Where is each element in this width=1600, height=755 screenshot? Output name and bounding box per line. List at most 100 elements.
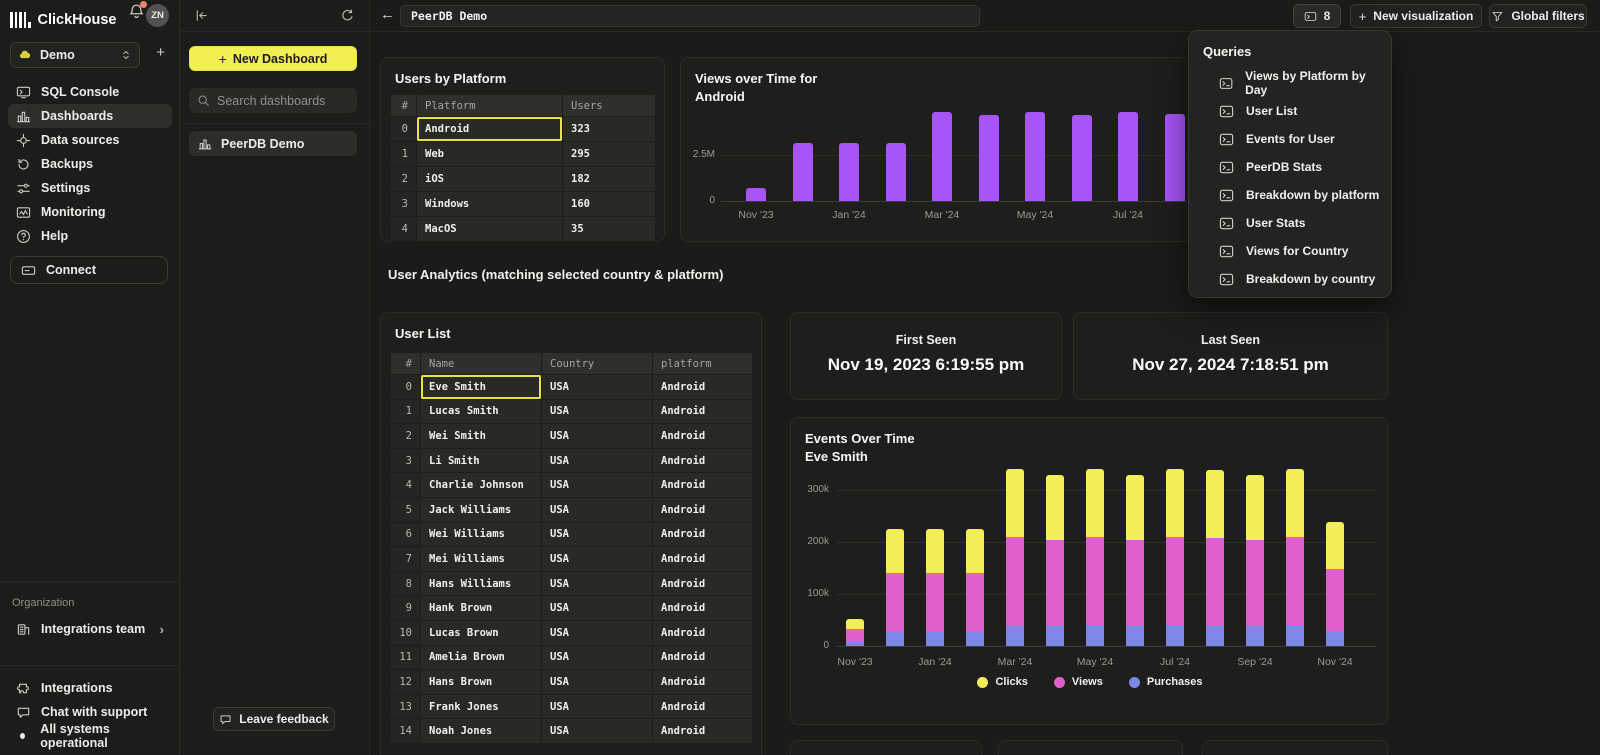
row-index-cell[interactable]: 5 xyxy=(391,498,421,523)
table-row[interactable]: 6Wei WilliamsUSAAndroid xyxy=(391,523,753,548)
dashboard-list-item[interactable]: PeerDB Demo xyxy=(189,131,357,156)
stacked-bar-segment-clicks[interactable] xyxy=(926,529,944,573)
stacked-bar-segment-clicks[interactable] xyxy=(1086,469,1104,537)
query-menu-item[interactable]: User List xyxy=(1203,97,1383,125)
dashboard-search[interactable] xyxy=(189,88,357,113)
table-cell[interactable]: Lucas Brown xyxy=(421,621,542,646)
bar[interactable] xyxy=(1118,112,1138,201)
stacked-bar-segment-views[interactable] xyxy=(966,573,984,632)
row-index-cell[interactable]: 7 xyxy=(391,547,421,572)
sidebar-item-help[interactable]: Help xyxy=(8,224,172,248)
table-cell[interactable]: USA xyxy=(542,572,653,597)
table-cell[interactable]: Android xyxy=(653,424,753,449)
bar[interactable] xyxy=(746,188,766,201)
row-index-cell[interactable]: 13 xyxy=(391,695,421,720)
sidebar-item-data-sources[interactable]: Data sources xyxy=(8,128,172,152)
stacked-bar-segment-clicks[interactable] xyxy=(1286,469,1304,537)
table-cell[interactable]: Android xyxy=(653,400,753,425)
global-filters-button[interactable]: Global filters xyxy=(1489,4,1587,28)
stacked-bar-segment-purchases[interactable] xyxy=(886,632,904,646)
stacked-bar-segment-views[interactable] xyxy=(1126,540,1144,626)
table-cell[interactable]: Lucas Smith xyxy=(421,400,542,425)
table-row[interactable]: 5Jack WilliamsUSAAndroid xyxy=(391,498,753,523)
table-row[interactable]: 2iOS182 xyxy=(391,167,656,192)
table-cell[interactable]: USA xyxy=(542,523,653,548)
row-index-cell[interactable]: 4 xyxy=(391,217,417,242)
stacked-bar-segment-purchases[interactable] xyxy=(1246,626,1264,646)
sidebar-item-all-systems-operational[interactable]: All systems operational xyxy=(8,724,172,748)
row-index-cell[interactable]: 9 xyxy=(391,596,421,621)
row-index-cell[interactable]: 3 xyxy=(391,449,421,474)
sidebar-item-monitoring[interactable]: Monitoring xyxy=(8,200,172,224)
bar[interactable] xyxy=(1165,114,1185,201)
connect-button[interactable]: Connect xyxy=(10,256,168,284)
row-index-cell[interactable]: 10 xyxy=(391,621,421,646)
query-menu-item[interactable]: User Stats xyxy=(1203,209,1383,237)
table-row[interactable]: 0Eve SmithUSAAndroid xyxy=(391,375,753,400)
table-cell[interactable]: Noah Jones xyxy=(421,719,542,744)
legend-item-clicks[interactable]: Clicks xyxy=(977,676,1027,688)
table-cell[interactable]: USA xyxy=(542,621,653,646)
bar[interactable] xyxy=(793,143,813,201)
query-menu-item[interactable]: Views by Platform by Day xyxy=(1203,69,1383,97)
table-cell[interactable]: Android xyxy=(653,670,753,695)
collapse-panel-icon[interactable] xyxy=(194,8,209,23)
row-index-cell[interactable]: 1 xyxy=(391,142,417,167)
table-cell[interactable]: Hank Brown xyxy=(421,596,542,621)
table-cell[interactable]: USA xyxy=(542,400,653,425)
stacked-bar-segment-clicks[interactable] xyxy=(1326,522,1344,569)
table-row[interactable]: 3Li SmithUSAAndroid xyxy=(391,449,753,474)
stacked-bar-segment-purchases[interactable] xyxy=(1286,625,1304,646)
stacked-bar-segment-purchases[interactable] xyxy=(1046,626,1064,646)
table-cell[interactable]: USA xyxy=(542,695,653,720)
row-index-cell[interactable]: 1 xyxy=(391,400,421,425)
refresh-icon[interactable] xyxy=(340,8,355,23)
stacked-bar-segment-views[interactable] xyxy=(1206,538,1224,626)
table-cell[interactable]: USA xyxy=(542,498,653,523)
stacked-bar-segment-purchases[interactable] xyxy=(1006,626,1024,646)
table-cell[interactable]: Android xyxy=(653,646,753,671)
row-index-cell[interactable]: 11 xyxy=(391,646,421,671)
stacked-bar-segment-clicks[interactable] xyxy=(1006,469,1024,537)
table-cell[interactable]: USA xyxy=(542,596,653,621)
stacked-bar-segment-views[interactable] xyxy=(1006,537,1024,626)
stacked-bar-segment-views[interactable] xyxy=(926,573,944,632)
table-cell[interactable]: 323 xyxy=(563,117,656,142)
leave-feedback-button[interactable]: Leave feedback xyxy=(213,707,335,731)
back-arrow-icon[interactable]: ← xyxy=(380,6,395,23)
table-cell[interactable]: USA xyxy=(542,547,653,572)
table-cell[interactable]: Android xyxy=(653,473,753,498)
row-index-cell[interactable]: 8 xyxy=(391,572,421,597)
table-cell[interactable]: USA xyxy=(542,473,653,498)
stacked-bar-segment-purchases[interactable] xyxy=(846,642,864,646)
dashboard-title-input[interactable] xyxy=(400,5,980,27)
query-menu-item[interactable]: Breakdown by platform xyxy=(1203,181,1383,209)
table-row[interactable]: 4Charlie JohnsonUSAAndroid xyxy=(391,473,753,498)
table-row[interactable]: 3Windows160 xyxy=(391,192,656,217)
table-cell[interactable]: Android xyxy=(653,547,753,572)
stacked-bar-segment-purchases[interactable] xyxy=(1126,626,1144,646)
row-index-cell[interactable]: 6 xyxy=(391,523,421,548)
new-dashboard-button[interactable]: + New Dashboard xyxy=(189,46,357,71)
table-cell[interactable]: Windows xyxy=(417,192,563,217)
table-cell[interactable]: Android xyxy=(653,621,753,646)
table-row[interactable]: 1Web295 xyxy=(391,142,656,167)
row-index-cell[interactable]: 12 xyxy=(391,670,421,695)
table-cell[interactable]: Frank Jones xyxy=(421,695,542,720)
stacked-bar-segment-views[interactable] xyxy=(1326,569,1344,631)
table-cell[interactable]: 295 xyxy=(563,142,656,167)
table-cell[interactable]: USA xyxy=(542,375,653,400)
query-menu-item[interactable]: PeerDB Stats xyxy=(1203,153,1383,181)
table-cell[interactable]: MacOS xyxy=(417,217,563,242)
table-row[interactable]: 7Mei WilliamsUSAAndroid xyxy=(391,547,753,572)
table-cell[interactable]: USA xyxy=(542,424,653,449)
table-cell[interactable]: Charlie Johnson xyxy=(421,473,542,498)
table-cell[interactable]: Android xyxy=(653,596,753,621)
row-index-cell[interactable]: 0 xyxy=(391,117,417,142)
table-cell[interactable]: Jack Williams xyxy=(421,498,542,523)
sidebar-item-integrations-team[interactable]: Integrations team › xyxy=(8,616,172,642)
table-cell[interactable]: Wei Williams xyxy=(421,523,542,548)
bar[interactable] xyxy=(932,112,952,201)
table-cell[interactable]: Android xyxy=(653,498,753,523)
stacked-bar-segment-clicks[interactable] xyxy=(1166,469,1184,537)
